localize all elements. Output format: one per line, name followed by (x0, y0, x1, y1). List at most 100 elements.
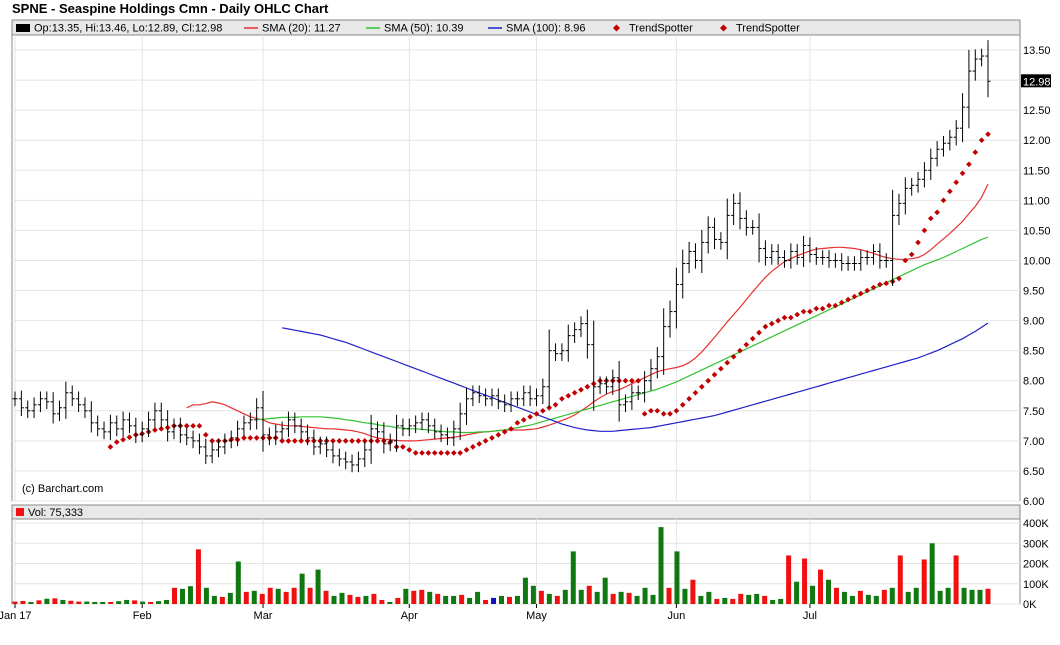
volume-bar (124, 599, 130, 604)
volume-bar (100, 601, 106, 604)
volume-bar (849, 595, 855, 604)
volume-bar (283, 591, 289, 604)
volume-bar (810, 585, 816, 604)
volume-bar (698, 595, 704, 604)
volume-bar (522, 577, 528, 604)
volume-bar (618, 591, 624, 604)
price-tick-label: 11.50 (1023, 165, 1050, 177)
price-tick-label: 8.50 (1023, 346, 1044, 358)
volume-bar (554, 595, 560, 604)
volume-bar (203, 587, 209, 604)
x-tick-label: Apr (401, 610, 418, 622)
volume-bar (674, 551, 680, 604)
volume-bar (921, 559, 927, 604)
volume-bar (833, 587, 839, 604)
volume-bar (251, 590, 257, 604)
price-tick-label: 12.00 (1023, 135, 1051, 147)
volume-bar (802, 558, 808, 604)
volume-bar (195, 549, 201, 604)
volume-bar (786, 555, 792, 604)
volume-bar (530, 585, 536, 604)
legend-trend2: TrendSpotter (736, 23, 800, 35)
volume-bar (275, 588, 281, 604)
volume-bar (76, 601, 82, 604)
volume-bar (937, 590, 943, 604)
volume-tick-label: 300K (1023, 538, 1049, 550)
legend-trend1: TrendSpotter (629, 23, 693, 35)
volume-bar (179, 588, 185, 604)
volume-bar (913, 587, 919, 604)
volume-bar (682, 588, 688, 604)
volume-tick-label: 0K (1023, 599, 1037, 611)
volume-bar (562, 589, 568, 604)
volume-tick-label: 200K (1023, 559, 1049, 571)
volume-bar (714, 598, 720, 604)
volume-bar (945, 587, 951, 604)
volume-bar (506, 596, 512, 604)
volume-label: Vol: 75,333 (28, 507, 83, 519)
volume-bar (722, 597, 728, 604)
volume-bar (52, 598, 58, 604)
volume-bar (140, 601, 146, 604)
price-tick-label: 8.00 (1023, 376, 1044, 388)
last-price-tag: 12.98 (1021, 74, 1051, 88)
volume-bar (825, 579, 831, 604)
x-tick-label: Mar (254, 610, 273, 622)
price-tick-label: 7.50 (1023, 406, 1044, 418)
volume-bar (211, 595, 217, 604)
price-tick-label: 9.00 (1023, 316, 1044, 328)
volume-bar (315, 569, 321, 604)
volume-legend-bar (11, 504, 1021, 520)
price-tick-label: 12.50 (1023, 105, 1051, 117)
volume-bar (387, 601, 393, 604)
volume-bar (28, 601, 34, 604)
volume-bar (235, 561, 241, 604)
volume-bar (331, 595, 337, 604)
volume-bar (60, 599, 66, 604)
volume-bar (20, 600, 26, 604)
volume-bar (68, 600, 74, 604)
ohlc-chart: Op:13.35, Hi:13.46, Lo:12.89, Cl:12.98 S… (0, 19, 1051, 622)
x-tick-label: Jul (803, 610, 817, 622)
volume-bar (227, 592, 233, 604)
volume-bar (706, 591, 712, 604)
price-tick-label: 7.00 (1023, 436, 1044, 448)
volume-bar (626, 592, 632, 604)
volume-bar (538, 590, 544, 604)
volume-bar (738, 593, 744, 604)
volume-bar (754, 593, 760, 604)
volume-bar (339, 592, 345, 604)
volume-y-axis: 0K 100K 200K 300K 400K (1023, 518, 1049, 611)
volume-bar (483, 599, 489, 604)
price-tick-label: 6.00 (1023, 496, 1044, 508)
volume-bar (857, 590, 863, 604)
volume-bar (491, 597, 497, 604)
volume-bar (435, 593, 441, 604)
volume-bar (403, 588, 409, 604)
volume-bar (642, 587, 648, 604)
volume-bar (586, 585, 592, 604)
volume-bar (570, 551, 576, 604)
volume-bar (12, 601, 18, 604)
volume-bar (546, 593, 552, 604)
ohlc-legend-swatch (16, 24, 30, 32)
volume-bar (395, 597, 401, 604)
volume-bar (187, 586, 193, 604)
price-tick-label: 6.50 (1023, 466, 1044, 478)
volume-bar (363, 595, 369, 604)
volume-bar (905, 591, 911, 604)
volume-bar (650, 594, 656, 604)
volume-bar (881, 589, 887, 604)
price-tick-label: 13.50 (1023, 45, 1051, 57)
price-y-axis: 6.00 6.50 7.00 7.50 8.00 8.50 9.00 9.50 10.00 10.… (1023, 45, 1051, 508)
volume-bar (977, 589, 983, 604)
watermark: (c) Barchart.com (22, 483, 103, 495)
volume-bar (323, 590, 329, 604)
volume-bar (419, 589, 425, 604)
volume-bar (889, 587, 895, 604)
volume-bar (594, 591, 600, 604)
price-tick-label: 10.50 (1023, 225, 1051, 237)
volume-bar (132, 600, 138, 604)
volume-bar (219, 596, 225, 604)
price-tick-label: 11.00 (1023, 195, 1050, 207)
